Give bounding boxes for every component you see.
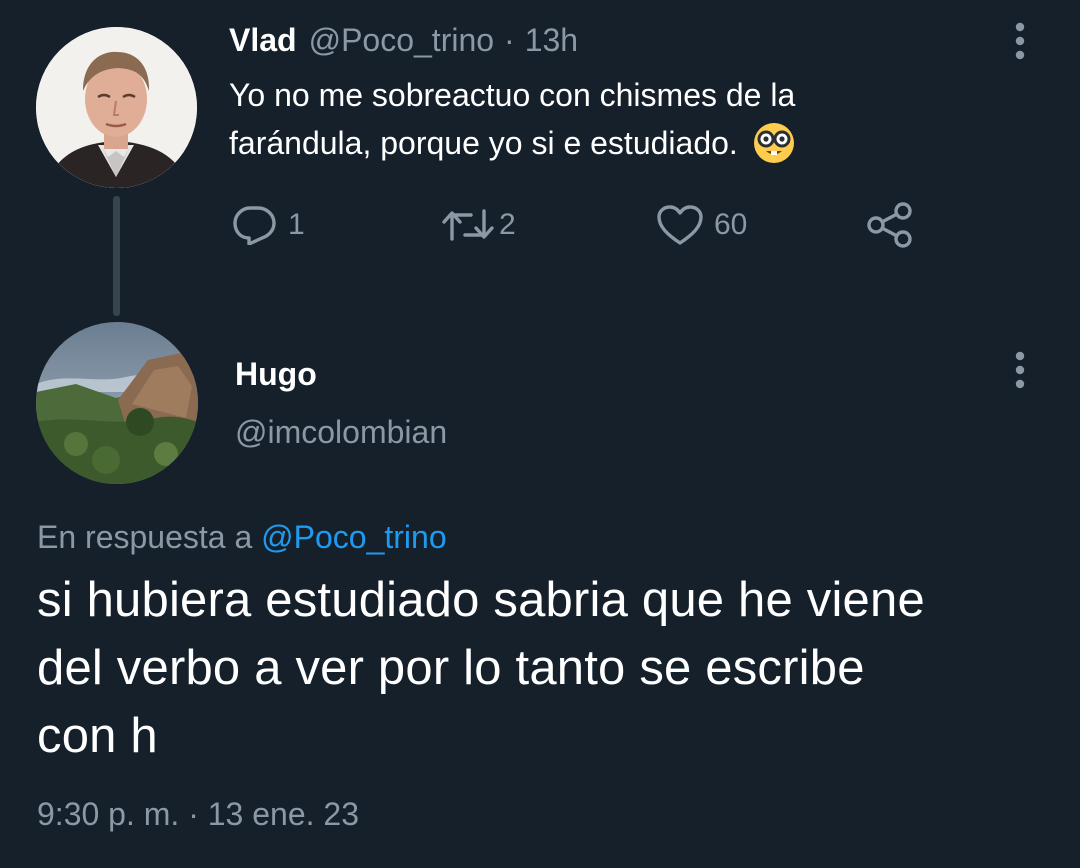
avatar-landscape: [36, 322, 198, 484]
meta-separator: ·: [504, 22, 515, 58]
reply-timestamp[interactable]: 9:30 p. m. · 13 ene. 23: [37, 792, 359, 836]
reply-author-handle[interactable]: @imcolombian: [235, 410, 447, 454]
more-icon: [1015, 351, 1025, 389]
retweet-button[interactable]: 2: [441, 204, 516, 246]
tweet-text: Yo no me sobreactuo con chismes de la fa…: [229, 71, 989, 167]
reply-count: 1: [288, 208, 305, 241]
reply-author-avatar[interactable]: [36, 322, 198, 484]
reply-author-name[interactable]: Hugo: [235, 352, 317, 396]
tweet-time[interactable]: 13h: [525, 22, 578, 59]
reply-icon: [233, 206, 276, 245]
in-reply-to-handle-link[interactable]: @Poco_trino: [261, 519, 446, 555]
retweet-icon: [442, 209, 494, 241]
tweet-more-button[interactable]: [1006, 22, 1034, 62]
reply-text-line: del verbo a ver por lo tanto se escribe: [37, 641, 865, 695]
tweet-author-handle[interactable]: @Poco_trino: [309, 22, 494, 59]
reply-text-line: con h: [37, 709, 158, 763]
in-reply-to-label: En respuesta a: [37, 519, 253, 555]
reply-text: si hubiera estudiado sabria que he viene…: [37, 566, 1057, 770]
like-count: 60: [714, 208, 748, 241]
reply-more-button[interactable]: [1006, 351, 1034, 391]
share-icon: [867, 202, 912, 248]
avatar-portrait: [36, 27, 197, 188]
tweet-author-avatar[interactable]: [36, 27, 197, 188]
nerd-emoji-icon: [753, 123, 794, 163]
share-button[interactable]: [866, 201, 914, 249]
tweet-text-line: Yo no me sobreactuo con chismes de la: [229, 77, 796, 113]
like-button[interactable]: 60: [656, 204, 747, 246]
thread-connector-line: [113, 196, 120, 316]
reply-text-line: si hubiera estudiado sabria que he viene: [37, 573, 925, 627]
retweet-count: 2: [499, 208, 516, 241]
in-reply-to: En respuesta a @Poco_trino: [37, 515, 447, 559]
tweet-text-line: farándula, porque yo si e estudiado.: [229, 125, 738, 161]
tweet-text-line-wrap: farándula, porque yo si e estudiado.: [229, 119, 989, 167]
like-icon: [657, 205, 703, 245]
reply-button[interactable]: 1: [232, 204, 305, 246]
tweet-author-name[interactable]: Vlad: [229, 22, 297, 59]
more-icon: [1015, 22, 1025, 60]
tweet-header: Vlad @Poco_trino · 13h: [229, 22, 578, 62]
